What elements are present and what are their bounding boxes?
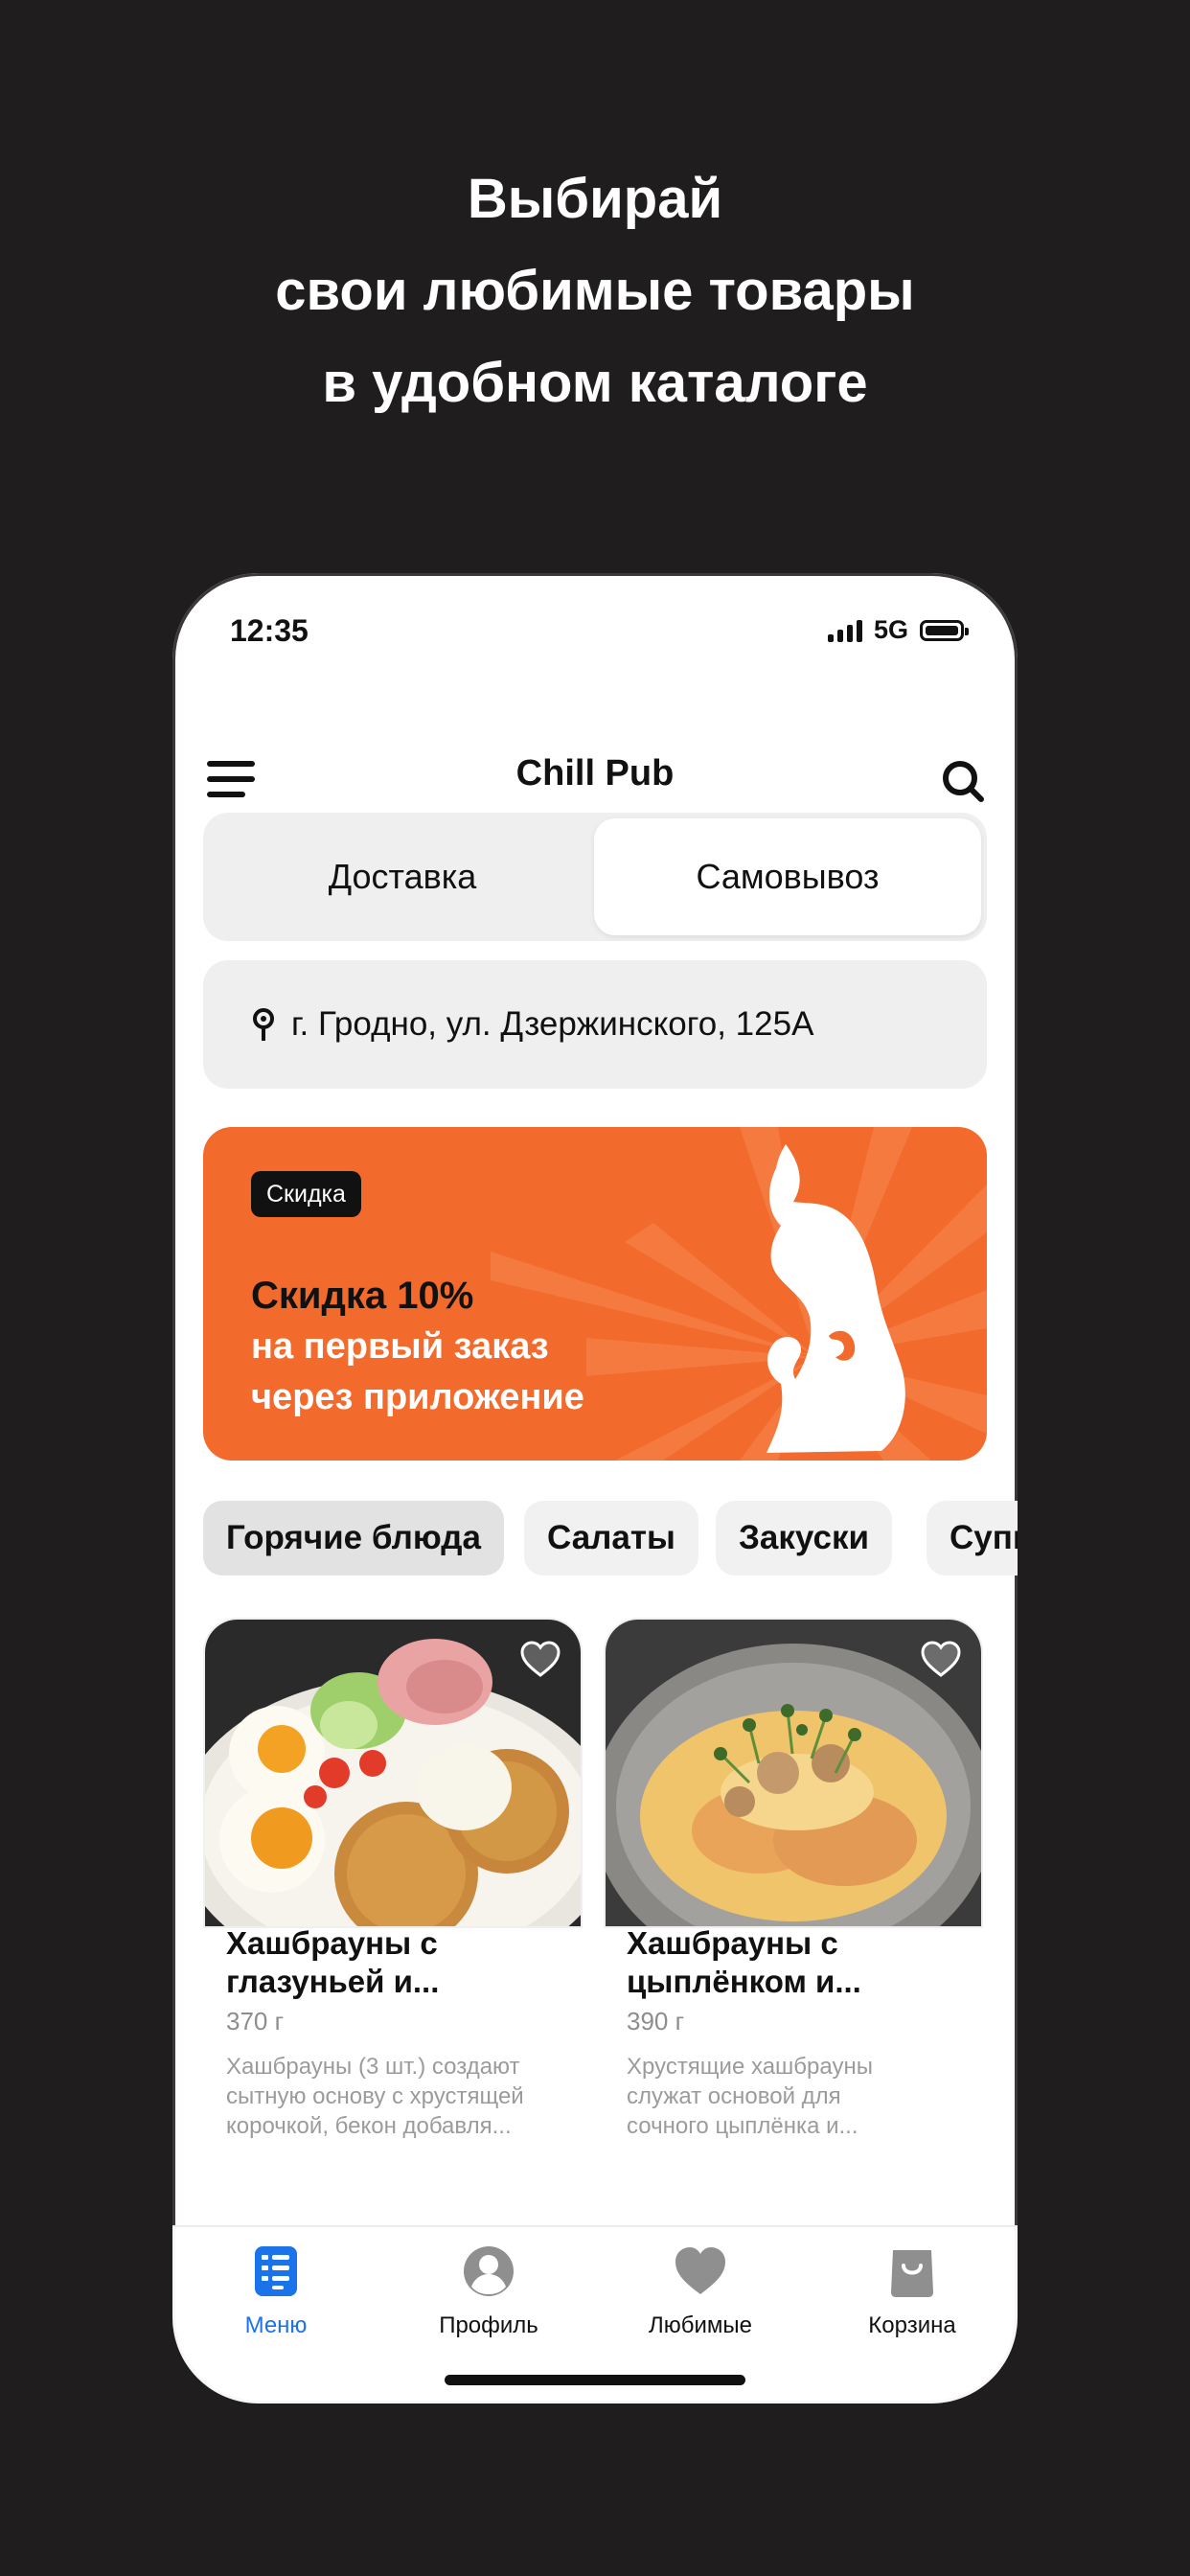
product-card[interactable] bbox=[205, 1620, 581, 1926]
favorite-heart-icon[interactable] bbox=[920, 1641, 962, 1679]
product-title: Хашбрауны с bbox=[226, 1925, 438, 1961]
network-label: 5G bbox=[873, 615, 908, 644]
category-chips: Горячие блюда Салаты Закуски Супы bbox=[203, 1501, 1018, 1576]
promo-banner[interactable]: Скидка Скидка 10% на первый заказ через … bbox=[203, 1127, 987, 1460]
product-info: Хашбрауны с цыплёнком и... 390 г Хрустящ… bbox=[606, 1924, 981, 2141]
signal-icon bbox=[827, 619, 862, 642]
product-card[interactable] bbox=[606, 1620, 981, 1926]
location-pin-icon bbox=[253, 1008, 274, 1041]
pickup-option[interactable]: Самовывоз bbox=[594, 818, 981, 935]
tab-profile[interactable]: Профиль bbox=[412, 2242, 565, 2339]
product-info: Хашбрауны с глазуньей и... 370 г Хашбрау… bbox=[205, 1924, 581, 2141]
product-title: цыплёнком и... bbox=[627, 1964, 861, 1999]
product-weight: 370 г bbox=[226, 2007, 285, 2036]
promo-headline: Выбирай свои любимые товары в удобном ка… bbox=[0, 153, 1190, 429]
app-title: Chill Pub bbox=[515, 753, 675, 794]
promo-line: через приложение bbox=[251, 1377, 584, 1417]
tab-label: Корзина bbox=[868, 2312, 956, 2338]
promo-line: на первый заказ bbox=[251, 1326, 549, 1367]
cart-bag-icon bbox=[891, 2250, 933, 2297]
category-chip-hot-dishes[interactable]: Горячие блюда bbox=[203, 1501, 504, 1576]
category-chip-snacks[interactable]: Закуски bbox=[716, 1501, 893, 1576]
delivery-mode-toggle: Доставка Самовывоз bbox=[203, 813, 987, 941]
headline-line: свои любимые товары bbox=[275, 260, 915, 322]
product-description-line: Хашбрауны (3 шт.) создают bbox=[226, 2054, 520, 2080]
address-text: г. Гродно, ул. Дзержинского, 125А bbox=[291, 1005, 814, 1043]
product-description: Хашбрауны (3 шт.) создают сытную основу … bbox=[205, 2052, 581, 2141]
heart-icon bbox=[675, 2247, 725, 2294]
headline-line: в удобном каталоге bbox=[322, 352, 868, 414]
status-indicators: 5G bbox=[827, 615, 969, 645]
tab-cart[interactable]: Корзина bbox=[835, 2242, 989, 2339]
category-chip-salads[interactable]: Салаты bbox=[524, 1501, 698, 1576]
battery-icon bbox=[920, 619, 969, 641]
discount-tag: Скидка bbox=[251, 1171, 361, 1217]
headline-line: Выбирай bbox=[467, 168, 723, 230]
address-selector[interactable]: г. Гродно, ул. Дзержинского, 125А bbox=[203, 960, 987, 1089]
tab-label: Любимые bbox=[649, 2312, 752, 2338]
product-description: Хрустящие хашбрауны служат основой для с… bbox=[606, 2052, 981, 2141]
product-description-line: Хрустящие хашбрауны bbox=[627, 2054, 873, 2080]
profile-icon bbox=[464, 2246, 514, 2296]
tab-label: Меню bbox=[244, 2312, 308, 2338]
product-description-line: сытную основу с хрустящей bbox=[226, 2083, 524, 2109]
menu-list-icon bbox=[255, 2246, 297, 2296]
product-weight: 390 г bbox=[627, 2007, 685, 2036]
phone-frame: 12:35 5G Chill Pub Доставка Самовывоз г.… bbox=[172, 573, 1018, 2404]
product-description-line: служат основой для bbox=[627, 2083, 841, 2109]
product-description-line: корочкой, бекон добавля... bbox=[226, 2113, 512, 2139]
category-chip-soups[interactable]: Супы bbox=[927, 1501, 1018, 1576]
product-title: глазуньей и... bbox=[226, 1964, 440, 1999]
delivery-option[interactable]: Доставка bbox=[209, 818, 596, 935]
promo-line: Скидка 10% bbox=[251, 1275, 474, 1317]
status-bar: 12:35 5G bbox=[172, 573, 1018, 688]
tab-favorites[interactable]: Любимые bbox=[624, 2242, 777, 2339]
tab-menu[interactable]: Меню bbox=[199, 2242, 353, 2339]
home-indicator[interactable] bbox=[445, 2375, 745, 2385]
product-title: Хашбрауны с bbox=[627, 1925, 838, 1961]
favorite-heart-icon[interactable] bbox=[519, 1641, 561, 1679]
tab-label: Профиль bbox=[439, 2312, 538, 2338]
cat-silhouette-logo bbox=[767, 1144, 905, 1453]
search-icon[interactable] bbox=[941, 759, 985, 803]
product-description-line: сочного цыплёнка и... bbox=[627, 2113, 858, 2139]
promo-text: Скидка 10% на первый заказ через приложе… bbox=[251, 1271, 584, 1423]
status-time: 12:35 bbox=[230, 613, 309, 648]
